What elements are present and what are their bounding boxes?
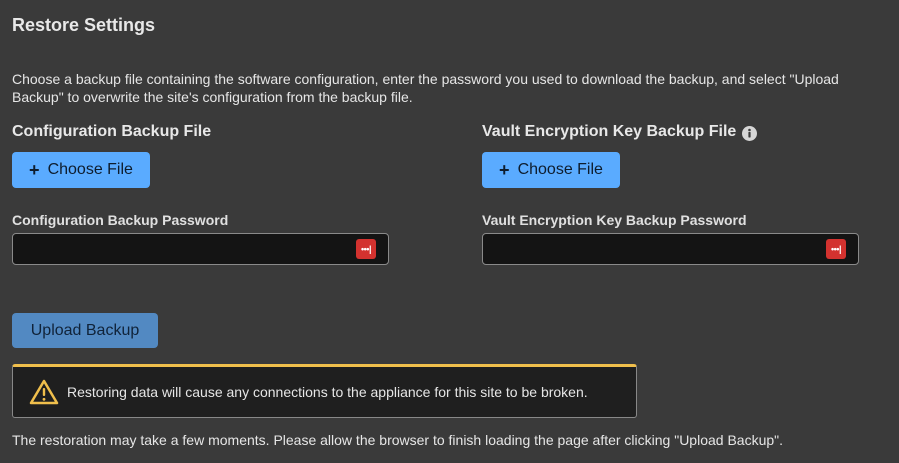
vault-backup-heading: Vault Encryption Key Backup File	[482, 122, 860, 142]
upload-backup-button[interactable]: Upload Backup	[12, 313, 158, 348]
config-password-field[interactable]: •••|	[12, 233, 389, 265]
warning-text: Restoring data will cause any connection…	[67, 384, 588, 400]
warning-icon	[29, 379, 59, 405]
config-backup-section: Configuration Backup File + Choose File …	[12, 122, 390, 265]
vault-backup-heading-text: Vault Encryption Key Backup File	[482, 123, 737, 140]
info-icon[interactable]	[742, 125, 758, 141]
vault-password-input[interactable]	[483, 234, 833, 262]
vault-password-label: Vault Encryption Key Backup Password	[482, 212, 747, 228]
page-title: Restore Settings	[12, 15, 156, 35]
plus-icon: +	[29, 160, 40, 180]
config-choose-file-button[interactable]: + Choose File	[12, 152, 150, 188]
config-password-input[interactable]	[13, 234, 363, 262]
footnote: The restoration may take a few moments. …	[12, 432, 784, 448]
warning-banner: Restoring data will cause any connection…	[12, 364, 637, 418]
password-manager-icon[interactable]: •••|	[826, 239, 846, 259]
vault-password-field[interactable]: •••|	[482, 233, 859, 265]
vault-choose-file-label: Choose File	[517, 161, 603, 178]
config-choose-file-label: Choose File	[47, 161, 133, 178]
page-description: Choose a backup file containing the soft…	[12, 71, 839, 105]
vault-backup-section: Vault Encryption Key Backup File + Choos…	[482, 122, 860, 265]
password-manager-icon[interactable]: •••|	[356, 239, 376, 259]
vault-choose-file-button[interactable]: + Choose File	[482, 152, 620, 188]
config-backup-heading-text: Configuration Backup File	[12, 123, 212, 140]
plus-icon: +	[499, 160, 510, 180]
config-password-label: Configuration Backup Password	[12, 212, 229, 228]
config-backup-heading: Configuration Backup File	[12, 122, 390, 142]
